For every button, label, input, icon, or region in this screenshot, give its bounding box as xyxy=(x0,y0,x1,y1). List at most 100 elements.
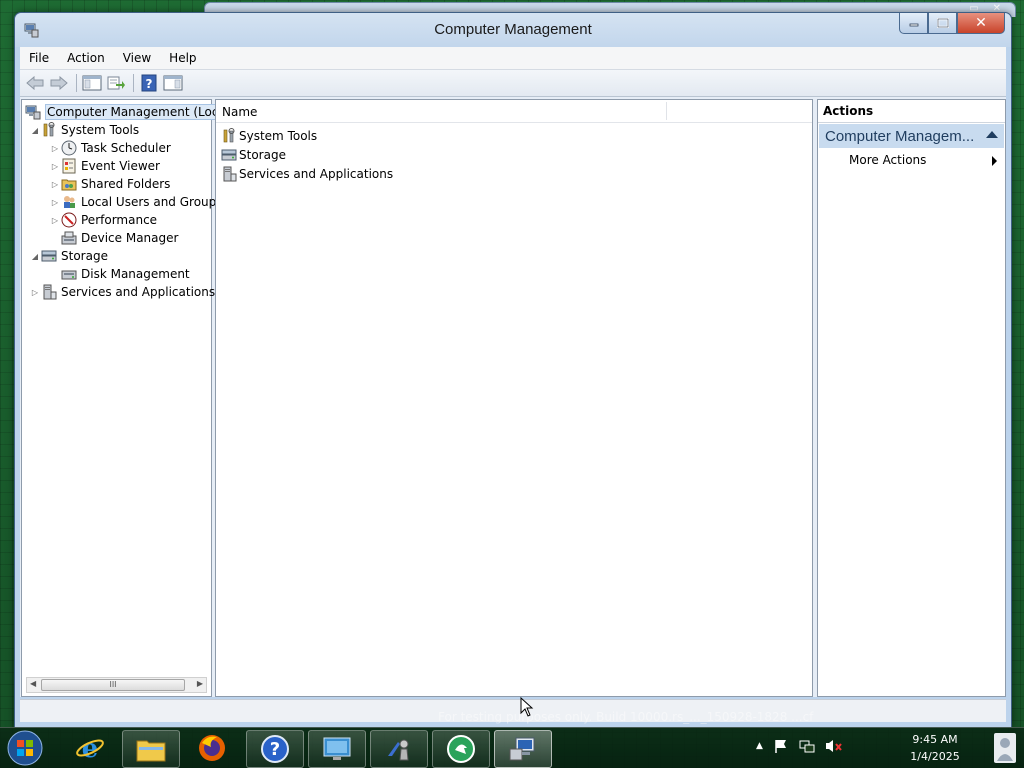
back-button[interactable] xyxy=(24,73,46,93)
taskbar-remote-desktop[interactable] xyxy=(308,730,366,768)
maximize-button[interactable] xyxy=(928,13,957,34)
menu-help[interactable]: Help xyxy=(160,51,205,65)
desktop-watermark: For testing purposes only. Build 10000.r… xyxy=(438,710,814,724)
system-tools-icon xyxy=(221,127,237,144)
tree-item-task-scheduler[interactable]: ▷ Task Scheduler xyxy=(50,139,171,157)
show-hide-action-pane-button[interactable] xyxy=(162,73,184,93)
taskbar: e ? ▲ 9:45 AM 1/4/2025 xyxy=(0,727,1024,768)
help-button[interactable]: ? xyxy=(138,73,160,93)
export-list-button[interactable] xyxy=(105,73,127,93)
scroll-grip: III xyxy=(109,680,117,689)
list-item-services-and-applications[interactable]: Services and Applications xyxy=(221,164,393,183)
menu-bar: File Action View Help xyxy=(20,47,1006,69)
network-icon[interactable] xyxy=(799,738,815,754)
taskbar-file-explorer[interactable] xyxy=(122,730,180,768)
clock-icon xyxy=(60,140,78,156)
column-divider[interactable] xyxy=(666,102,667,120)
taskbar-clock[interactable]: 9:45 AM 1/4/2025 xyxy=(900,731,970,765)
tree-item-local-users-and-groups[interactable]: ▷ Local Users and Groups xyxy=(50,193,223,211)
taskbar-help[interactable]: ? xyxy=(246,730,304,768)
scroll-left-arrow-icon[interactable]: ◀ xyxy=(30,679,36,688)
disk-management-icon xyxy=(60,266,78,282)
expand-arrow-icon[interactable]: ▷ xyxy=(30,288,40,297)
help-icon: ? xyxy=(261,735,289,763)
actions-section-label: Computer Managem... xyxy=(825,127,975,145)
remote-desktop-icon xyxy=(323,737,351,760)
show-hidden-icons-arrow-icon[interactable]: ▲ xyxy=(756,741,763,751)
taskbar-chess[interactable] xyxy=(370,730,428,768)
scrollbar-thumb[interactable]: III xyxy=(41,679,185,691)
client-area: Computer Management (Local ◢ System Tool… xyxy=(20,97,1006,697)
list-item-label: Services and Applications xyxy=(239,166,394,181)
taskbar-firefox[interactable] xyxy=(184,730,240,766)
close-button[interactable]: ✕ xyxy=(957,13,1005,34)
computer-management-icon xyxy=(509,737,535,761)
actions-section-computer-management[interactable]: Computer Managem... xyxy=(819,124,1004,148)
action-center-flag-icon[interactable] xyxy=(773,738,789,754)
user-avatar-icon xyxy=(994,733,1016,763)
title-bar[interactable]: Computer Management ✕ xyxy=(15,13,1011,47)
forward-button[interactable] xyxy=(48,73,70,93)
expand-arrow-icon[interactable]: ▷ xyxy=(50,144,60,153)
tree-item-performance[interactable]: ▷ Performance xyxy=(50,211,157,229)
more-actions-item[interactable]: More Actions xyxy=(849,150,997,170)
svg-text:?: ? xyxy=(146,77,153,91)
tree-item-disk-management[interactable]: Disk Management xyxy=(60,265,190,283)
chess-icon xyxy=(388,739,409,761)
taskbar-computer-management[interactable] xyxy=(494,730,552,768)
show-hide-console-tree-button[interactable] xyxy=(81,73,103,93)
start-button[interactable] xyxy=(5,729,45,767)
user-avatar-button[interactable] xyxy=(992,731,1018,765)
volume-muted-icon[interactable] xyxy=(825,738,843,754)
computer-management-window: Computer Management ✕ File Action View H… xyxy=(14,12,1012,728)
svg-text:e: e xyxy=(82,734,99,763)
event-viewer-icon xyxy=(60,158,78,174)
system-tools-icon xyxy=(40,122,58,138)
tree-item-event-viewer[interactable]: ▷ Event Viewer xyxy=(50,157,160,175)
expand-arrow-icon[interactable]: ▷ xyxy=(50,162,60,171)
results-pane[interactable]: Name System Tools Storage Services and A… xyxy=(215,99,813,697)
tree-label: System Tools xyxy=(61,123,140,137)
help-icon: ? xyxy=(141,74,157,92)
device-manager-icon xyxy=(60,230,78,246)
tree-item-shared-folders[interactable]: ▷ Shared Folders xyxy=(50,175,170,193)
console-tree[interactable]: Computer Management (Local ◢ System Tool… xyxy=(21,99,232,697)
shared-folder-icon xyxy=(60,176,78,192)
menu-file[interactable]: File xyxy=(20,51,58,65)
forward-icon xyxy=(50,76,68,90)
tree-label: Performance xyxy=(81,213,158,227)
expand-arrow-icon[interactable]: ▷ xyxy=(50,216,60,225)
collapse-caret-icon[interactable] xyxy=(986,131,998,138)
list-item-system-tools[interactable]: System Tools xyxy=(221,126,317,145)
scroll-right-arrow-icon[interactable]: ▶ xyxy=(197,679,203,688)
taskbar-internet-explorer[interactable]: e xyxy=(62,730,118,766)
tree-horizontal-scrollbar[interactable]: ◀ III ▶ xyxy=(26,677,207,693)
tree-item-system-tools[interactable]: ◢ System Tools xyxy=(30,121,139,139)
list-header: Name xyxy=(216,100,812,123)
tree-item-computer-management[interactable]: Computer Management (Local xyxy=(24,103,232,121)
expand-arrow-icon[interactable]: ▷ xyxy=(50,180,60,189)
tree-label: Services and Applications xyxy=(61,285,216,299)
list-item-storage[interactable]: Storage xyxy=(221,145,286,164)
collapse-arrow-icon[interactable]: ◢ xyxy=(30,252,40,261)
tree-label: Task Scheduler xyxy=(81,141,171,155)
clock-date: 1/4/2025 xyxy=(910,750,960,763)
minimize-button[interactable] xyxy=(899,13,928,34)
mouse-pointer-icon xyxy=(520,697,534,717)
svg-text:?: ? xyxy=(270,739,280,760)
menu-view[interactable]: View xyxy=(114,51,160,65)
collapse-arrow-icon[interactable]: ◢ xyxy=(30,126,40,135)
submenu-arrow-icon xyxy=(992,156,997,166)
tree-item-storage[interactable]: ◢ Storage xyxy=(30,247,108,265)
taskbar-app[interactable] xyxy=(432,730,490,768)
app-icon xyxy=(447,735,475,763)
clock-time: 9:45 AM xyxy=(912,733,958,746)
expand-arrow-icon[interactable]: ▷ xyxy=(50,198,60,207)
tree-item-device-manager[interactable]: Device Manager xyxy=(60,229,178,247)
column-header-name[interactable]: Name xyxy=(222,105,257,119)
menu-action[interactable]: Action xyxy=(58,51,114,65)
actions-header: Actions xyxy=(818,100,1005,123)
services-icon xyxy=(40,284,58,300)
tree-item-services-and-applications[interactable]: ▷ Services and Applications xyxy=(30,283,215,301)
tree-label: Device Manager xyxy=(81,231,179,245)
